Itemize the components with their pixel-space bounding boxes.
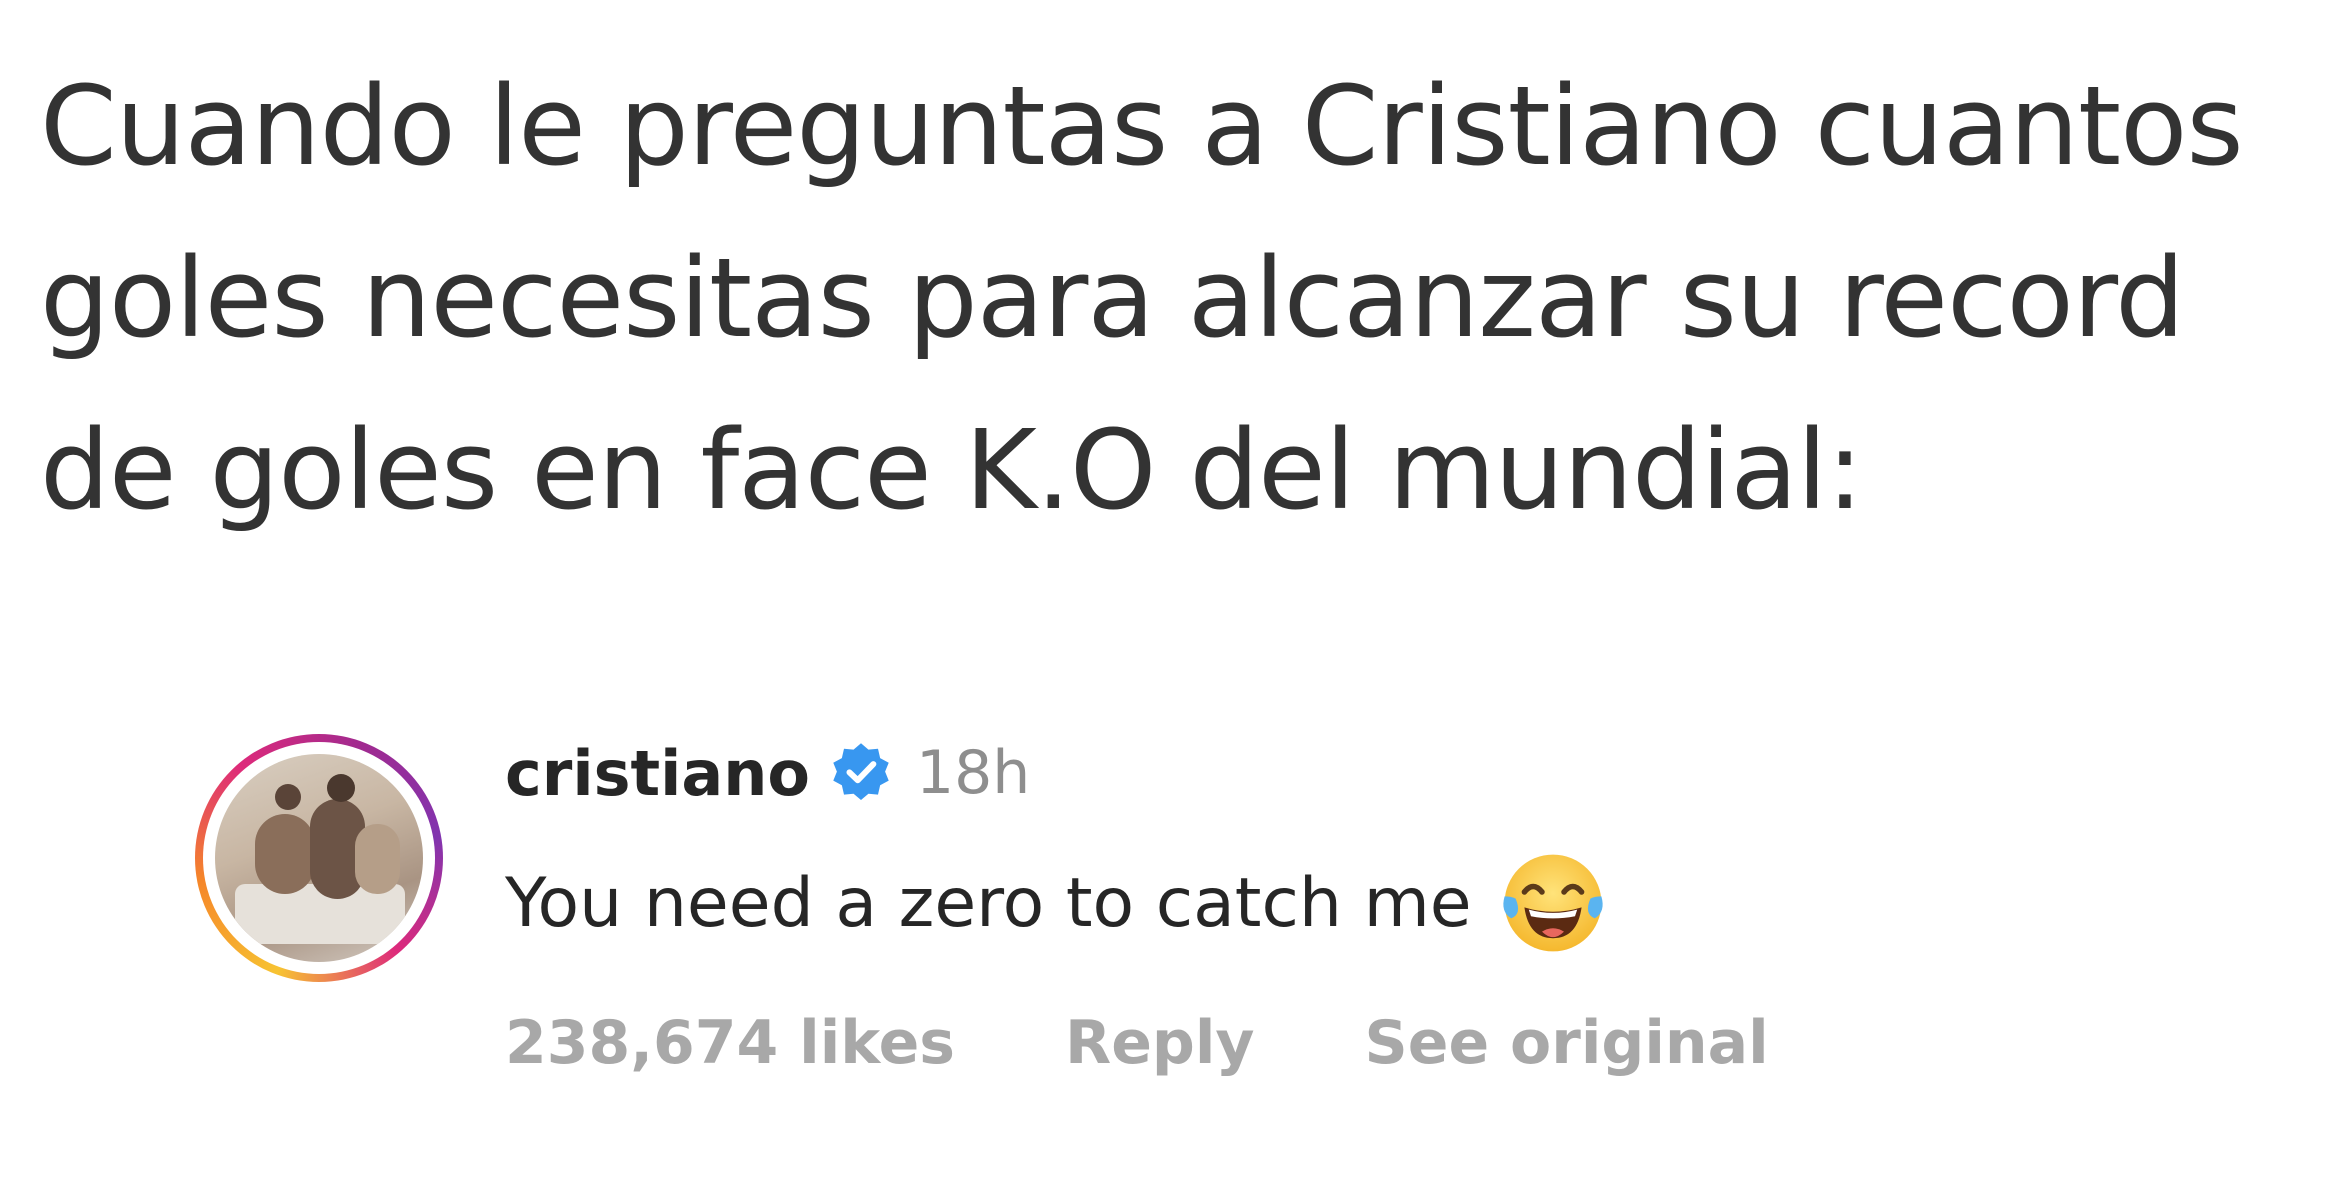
username[interactable]: cristiano [505, 737, 810, 810]
comment-text-row: You need a zero to catch me [505, 838, 2005, 968]
avatar-photo [215, 754, 423, 962]
avatar[interactable] [195, 734, 443, 982]
verified-badge-icon [828, 740, 894, 806]
comment: cristiano 18h You need a zero to catch m… [195, 728, 1995, 1108]
caption-line-3: de goles en face K.O del mundial: [40, 406, 1863, 534]
comment-body: cristiano 18h You need a zero to catch m… [505, 728, 2005, 1098]
comment-text: You need a zero to catch me [505, 863, 1472, 943]
comment-time: 18h [915, 738, 1031, 808]
comment-header: cristiano 18h [505, 728, 2005, 818]
see-original-button[interactable]: See original [1365, 1008, 1769, 1078]
caption-line-1: Cuando le preguntas a Cristiano cuantos [40, 62, 2244, 190]
comment-actions: 238,674 likes Reply See original [505, 988, 2005, 1098]
post-caption: Cuando le preguntas a Cristiano cuantos … [40, 40, 2330, 556]
caption-line-2: goles necesitas para alcanzar su record [40, 234, 2185, 362]
face-with-tears-of-joy-icon [1498, 848, 1608, 958]
reply-button[interactable]: Reply [1065, 1008, 1255, 1078]
likes-count[interactable]: 238,674 likes [505, 1008, 955, 1078]
